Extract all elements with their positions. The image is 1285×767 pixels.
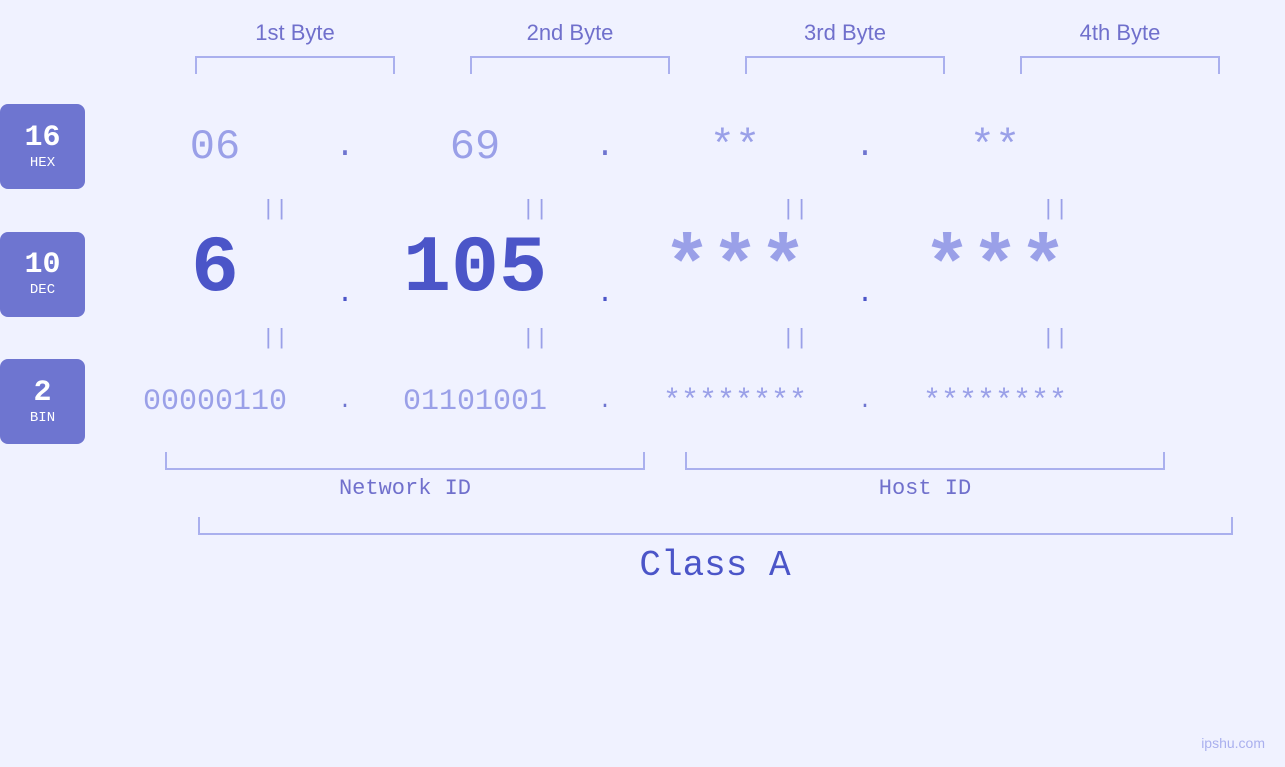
network-bracket bbox=[165, 452, 645, 470]
bottom-brackets bbox=[165, 452, 1265, 470]
equals-1: || bbox=[165, 197, 385, 222]
hex-dot-3: . bbox=[845, 128, 885, 165]
hex-dot-2: . bbox=[585, 128, 625, 165]
equals-3: || bbox=[685, 197, 905, 222]
bin-byte-3: ******** bbox=[625, 385, 845, 419]
dec-byte-1: 6 bbox=[105, 230, 325, 310]
equals-7: || bbox=[685, 326, 905, 351]
dec-badge-label: DEC bbox=[30, 282, 55, 298]
hex-byte-4: ** bbox=[885, 123, 1105, 171]
bracket-2 bbox=[470, 56, 670, 74]
hex-byte-1: 06 bbox=[105, 123, 325, 171]
hex-dot-1: . bbox=[325, 128, 365, 165]
class-bracket bbox=[198, 517, 1233, 535]
byte-header-1: 1st Byte bbox=[195, 20, 395, 46]
host-bracket bbox=[685, 452, 1165, 470]
equals-row-2: || || || || bbox=[165, 318, 1265, 359]
bin-badge-label: BIN bbox=[30, 410, 55, 426]
dec-byte-2: 105 bbox=[365, 230, 585, 310]
host-id-label: Host ID bbox=[685, 476, 1165, 501]
id-labels: Network ID Host ID bbox=[165, 476, 1265, 501]
hex-values: 06 . 69 . ** . ** bbox=[105, 123, 1285, 171]
dec-values: 6 . 105 . *** . *** bbox=[105, 230, 1285, 318]
top-brackets bbox=[158, 56, 1258, 74]
dec-badge: 10 DEC bbox=[0, 232, 85, 317]
watermark: ipshu.com bbox=[1201, 735, 1265, 751]
hex-badge: 16 HEX bbox=[0, 104, 85, 189]
byte-header-2: 2nd Byte bbox=[470, 20, 670, 46]
equals-2: || bbox=[425, 197, 645, 222]
bin-byte-2: 01101001 bbox=[365, 385, 585, 419]
dec-byte-4: *** bbox=[885, 230, 1105, 310]
bin-badge-number: 2 bbox=[33, 378, 51, 408]
bracket-4 bbox=[1020, 56, 1220, 74]
dec-dot-2: . bbox=[585, 239, 625, 310]
byte-header-4: 4th Byte bbox=[1020, 20, 1220, 46]
main-container: 1st Byte 2nd Byte 3rd Byte 4th Byte 16 H… bbox=[0, 0, 1285, 767]
dec-row: 10 DEC 6 . 105 . *** . *** bbox=[0, 230, 1285, 318]
byte-header-3: 3rd Byte bbox=[745, 20, 945, 46]
bin-badge: 2 BIN bbox=[0, 359, 85, 444]
equals-5: || bbox=[165, 326, 385, 351]
hex-byte-2: 69 bbox=[365, 123, 585, 171]
dec-dot-1: . bbox=[325, 239, 365, 310]
bin-row: 2 BIN 00000110 . 01101001 . ******** . *… bbox=[0, 359, 1285, 444]
equals-4: || bbox=[945, 197, 1165, 222]
bin-byte-1: 00000110 bbox=[105, 385, 325, 419]
byte-headers-row: 1st Byte 2nd Byte 3rd Byte 4th Byte bbox=[158, 20, 1258, 46]
bin-byte-4: ******** bbox=[885, 385, 1105, 419]
bin-dot-2: . bbox=[585, 389, 625, 414]
bin-dot-1: . bbox=[325, 389, 365, 414]
bracket-3 bbox=[745, 56, 945, 74]
equals-8: || bbox=[945, 326, 1165, 351]
equals-6: || bbox=[425, 326, 645, 351]
hex-badge-label: HEX bbox=[30, 155, 55, 171]
dec-dot-3: . bbox=[845, 239, 885, 310]
dec-badge-number: 10 bbox=[24, 250, 60, 280]
hex-byte-3: ** bbox=[625, 123, 845, 171]
class-a-label: Class A bbox=[198, 545, 1233, 586]
bin-values: 00000110 . 01101001 . ******** . *******… bbox=[105, 385, 1285, 419]
dec-byte-3: *** bbox=[625, 230, 845, 310]
hex-badge-number: 16 bbox=[24, 123, 60, 153]
network-id-label: Network ID bbox=[165, 476, 645, 501]
hex-row: 16 HEX 06 . 69 . ** . ** bbox=[0, 104, 1285, 189]
bin-dot-3: . bbox=[845, 389, 885, 414]
bracket-1 bbox=[195, 56, 395, 74]
